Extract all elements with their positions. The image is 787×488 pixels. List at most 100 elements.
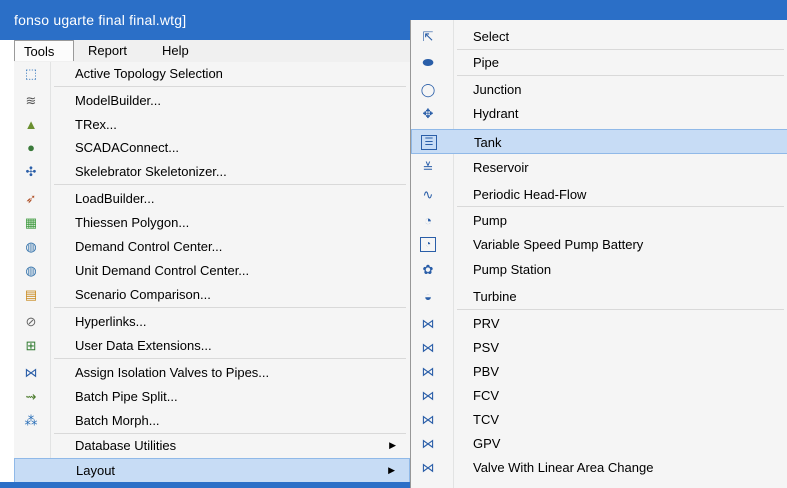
layout-item-fcv[interactable]: ⋈ FCV — [411, 383, 787, 408]
demand-control-icon: ◍ — [25, 239, 37, 254]
gpv-icon: ⋈ — [421, 436, 435, 451]
tcv-icon: ⋈ — [421, 412, 435, 427]
menu-separator — [457, 206, 784, 207]
layout-item-pump-station[interactable]: ✿ Pump Station — [411, 257, 787, 282]
isolation-valves-icon: ⋈ — [24, 365, 38, 380]
layout-item-label: Variable Speed Pump Battery — [473, 237, 644, 252]
menu-item-label: Hyperlinks... — [75, 314, 147, 329]
menu-item-label: SCADAConnect... — [75, 140, 180, 155]
menu-tools-label: Tools — [24, 44, 55, 59]
submenu-arrow-icon: ▶ — [389, 440, 396, 450]
unit-demand-control-icon: ◍ — [25, 263, 37, 278]
user-data-extensions-icon: ⊞ — [25, 338, 37, 353]
layout-item-pipe[interactable]: ⬬ Pipe — [411, 50, 787, 75]
layout-item-periodic-head-flow[interactable]: ∿ Periodic Head-Flow — [411, 182, 787, 207]
reservoir-icon: ≚ — [422, 160, 434, 175]
layout-item-pbv[interactable]: ⋈ PBV — [411, 359, 787, 384]
layout-item-tcv[interactable]: ⋈ TCV — [411, 407, 787, 432]
layout-item-prv[interactable]: ⋈ PRV — [411, 311, 787, 336]
layout-item-label: Turbine — [473, 289, 517, 304]
layout-item-label: Pipe — [473, 55, 500, 70]
menu-item-modelbuilder[interactable]: ≋ ModelBuilder... — [14, 89, 410, 113]
menu-item-user-data-extensions[interactable]: ⊞ User Data Extensions... — [14, 334, 410, 358]
menu-item-thiessen-polygon[interactable]: ▦ Thiessen Polygon... — [14, 211, 410, 235]
layout-item-label: Select — [473, 29, 510, 44]
menu-item-label: Thiessen Polygon... — [75, 215, 190, 230]
menu-item-database-utilities[interactable]: Database Utilities ▶ — [14, 434, 410, 458]
menu-item-unit-demand-control-center[interactable]: ◍ Unit Demand Control Center... — [14, 259, 410, 283]
layout-item-tank[interactable]: ☰ Tank — [411, 129, 787, 154]
layout-item-variable-speed-pump-battery[interactable]: ◔ Variable Speed Pump Battery — [411, 232, 787, 257]
submenu-arrow-icon: ▶ — [388, 465, 395, 475]
periodic-head-flow-icon: ∿ — [422, 187, 434, 202]
menu-item-label: User Data Extensions... — [75, 338, 212, 353]
psv-icon: ⋈ — [421, 340, 435, 355]
tank-icon: ☰ — [421, 135, 437, 150]
layout-item-gpv[interactable]: ⋈ GPV — [411, 431, 787, 456]
menu-item-label: Assign Isolation Valves to Pipes... — [75, 365, 270, 380]
menu-item-scadaconnect[interactable]: ● SCADAConnect... — [14, 136, 410, 160]
menu-separator — [457, 309, 784, 310]
topology-selection-icon: ⬚ — [24, 66, 38, 81]
layout-item-label: PRV — [473, 316, 500, 331]
layout-item-pump[interactable]: ◔ Pump — [411, 208, 787, 233]
menu-item-skelebrator[interactable]: ✣ Skelebrator Skeletonizer... — [14, 160, 410, 184]
menu-item-active-topology-selection[interactable]: ⬚ Active Topology Selection — [14, 62, 410, 86]
menu-tools[interactable]: Tools — [14, 40, 74, 61]
trex-icon: ▲ — [24, 117, 38, 132]
menu-item-trex[interactable]: ▲ TRex... — [14, 113, 410, 137]
menu-item-label: ModelBuilder... — [75, 93, 161, 108]
hydrant-icon: ✥ — [422, 106, 434, 121]
pbv-icon: ⋈ — [421, 364, 435, 379]
layout-item-turbine[interactable]: ◒ Turbine — [411, 284, 787, 309]
menu-item-loadbuilder[interactable]: ➶ LoadBuilder... — [14, 187, 410, 211]
menu-item-label: Scenario Comparison... — [75, 287, 211, 302]
menu-item-batch-pipe-split[interactable]: ⇝ Batch Pipe Split... — [14, 385, 410, 409]
layout-item-label: GPV — [473, 436, 501, 451]
menu-separator — [54, 184, 406, 185]
pump-station-icon: ✿ — [422, 262, 434, 277]
menu-item-demand-control-center[interactable]: ◍ Demand Control Center... — [14, 235, 410, 259]
menu-item-batch-morph[interactable]: ⁂ Batch Morph... — [14, 409, 410, 433]
layout-submenu: ⇱ Select ⬬ Pipe ◯ Junction ✥ Hydrant ☰ T… — [410, 20, 787, 488]
menu-item-scenario-comparison[interactable]: ▤ Scenario Comparison... — [14, 283, 410, 307]
hyperlinks-icon: ⊘ — [25, 314, 37, 329]
layout-item-psv[interactable]: ⋈ PSV — [411, 335, 787, 360]
valve-linear-area-change-icon: ⋈ — [421, 460, 435, 475]
menu-item-label: Database Utilities — [75, 438, 177, 453]
select-icon: ⇱ — [422, 29, 434, 44]
loadbuilder-icon: ➶ — [25, 191, 37, 206]
layout-item-label: TCV — [473, 412, 499, 427]
menu-item-label: Active Topology Selection — [75, 66, 223, 81]
junction-icon: ◯ — [420, 82, 436, 97]
layout-item-label: Reservoir — [473, 160, 529, 175]
menu-bar: Tools Report Help — [14, 40, 414, 63]
layout-item-hydrant[interactable]: ✥ Hydrant — [411, 101, 787, 126]
menu-item-label: LoadBuilder... — [75, 191, 155, 206]
layout-item-label: Hydrant — [473, 106, 519, 121]
modelbuilder-icon: ≋ — [25, 93, 37, 108]
pipe-icon: ⬬ — [422, 55, 434, 70]
layout-item-label: PBV — [473, 364, 500, 379]
menu-item-label: Batch Pipe Split... — [75, 389, 178, 404]
layout-item-label: PSV — [473, 340, 500, 355]
menu-item-layout[interactable]: Layout ▶ — [14, 458, 410, 484]
scadaconnect-icon: ● — [27, 140, 35, 155]
menu-item-label: Batch Morph... — [75, 413, 160, 428]
menu-item-hyperlinks[interactable]: ⊘ Hyperlinks... — [14, 310, 410, 334]
layout-item-reservoir[interactable]: ≚ Reservoir — [411, 155, 787, 180]
menu-help[interactable]: Help — [162, 43, 189, 58]
layout-item-label: Tank — [474, 135, 502, 150]
menu-item-assign-isolation-valves[interactable]: ⋈ Assign Isolation Valves to Pipes... — [14, 361, 410, 385]
menu-item-label: TRex... — [75, 117, 117, 132]
layout-item-label: Periodic Head-Flow — [473, 187, 587, 202]
layout-item-junction[interactable]: ◯ Junction — [411, 77, 787, 102]
layout-item-valve-linear-area-change[interactable]: ⋈ Valve With Linear Area Change — [411, 455, 787, 480]
fcv-icon: ⋈ — [421, 388, 435, 403]
pump-icon: ◔ — [424, 213, 432, 228]
menu-separator — [54, 358, 406, 359]
menu-report[interactable]: Report — [88, 43, 127, 58]
layout-item-select[interactable]: ⇱ Select — [411, 24, 787, 49]
skelebrator-icon: ✣ — [25, 164, 37, 179]
window-bottom-edge — [0, 482, 414, 488]
